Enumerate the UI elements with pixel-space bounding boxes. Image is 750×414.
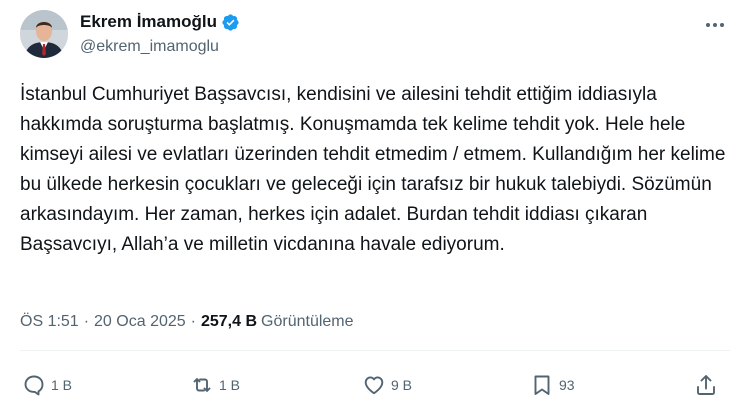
- more-icon[interactable]: [702, 14, 728, 36]
- meta-separator: ·: [83, 313, 90, 330]
- post-time[interactable]: ÖS 1:51: [20, 313, 79, 331]
- like-button[interactable]: 9 B: [362, 370, 412, 400]
- author-name-row[interactable]: Ekrem İmamoğlu: [80, 12, 240, 32]
- reply-icon: [24, 375, 44, 396]
- verified-icon: [221, 13, 240, 32]
- repost-icon: [193, 378, 211, 392]
- author-handle[interactable]: @ekrem_imamoglu: [80, 38, 219, 56]
- share-button[interactable]: [694, 370, 718, 400]
- repost-count: 1 B: [219, 377, 241, 393]
- tweet: Ekrem İmamoğlu @ekrem_imamoglu İstanbul …: [0, 0, 750, 414]
- divider: [20, 350, 730, 351]
- post-text: İstanbul Cumhuriyet Başsavcısı, kendisin…: [20, 84, 731, 255]
- views-label: Görüntüleme: [261, 313, 354, 330]
- author-name[interactable]: Ekrem İmamoğlu: [80, 12, 217, 32]
- views-count: 257,4 B: [200, 313, 258, 330]
- avatar[interactable]: [20, 10, 68, 58]
- bookmark-icon: [534, 375, 550, 395]
- reply-button[interactable]: 1 B: [22, 370, 72, 400]
- like-count: 9 B: [391, 377, 413, 393]
- bookmark-count: 93: [559, 377, 575, 393]
- post-date[interactable]: 20 Oca 2025: [94, 313, 186, 331]
- share-icon: [697, 375, 715, 395]
- reply-count: 1 B: [51, 377, 73, 393]
- like-icon: [364, 376, 384, 395]
- action-bar: 1 B 1 B 9 B 93: [22, 370, 730, 400]
- repost-button[interactable]: 1 B: [190, 370, 240, 400]
- post-meta: ÖS 1:51 · 20 Oca 2025 · 257,4 B Görüntül…: [20, 313, 354, 331]
- bookmark-button[interactable]: 93: [530, 370, 575, 400]
- meta-separator: ·: [190, 313, 196, 330]
